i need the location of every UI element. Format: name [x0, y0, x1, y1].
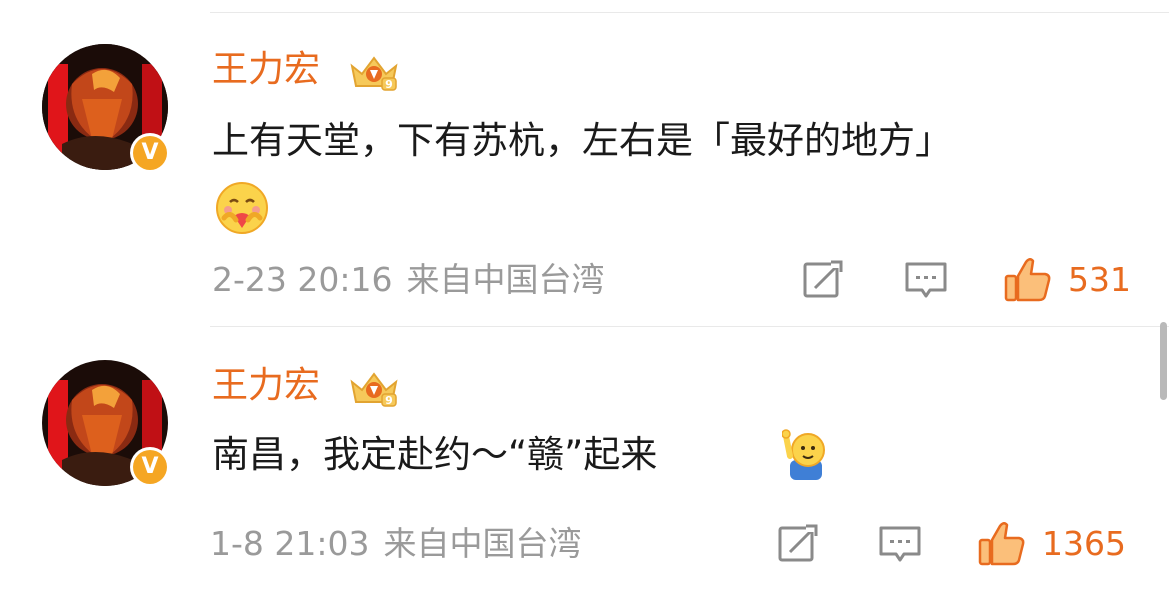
- username[interactable]: 王力宏: [212, 48, 320, 92]
- comment-text: 上有天堂，下有苏杭，左右是「最好的地方」: [212, 119, 952, 162]
- comment-text: 南昌，我定赴约～“赣”起来: [212, 433, 658, 476]
- comment-meta: 1-8 21:03 来自中国台湾: [210, 524, 582, 564]
- comment-meta: 2-23 20:16 来自中国台湾: [212, 260, 605, 300]
- repost-icon[interactable]: [776, 522, 820, 566]
- source-location: 来自中国台湾: [406, 260, 605, 299]
- hugging-heart-face-icon: [216, 182, 268, 234]
- comment-list: V 王力宏 9 上有天堂，下有苏杭，左右是「最好的地方」 2-23 20:16 来…: [0, 0, 1169, 604]
- verified-badge: V: [130, 447, 170, 487]
- like-count: 531: [1068, 260, 1131, 299]
- timestamp: 2-23 20:16: [212, 260, 393, 299]
- svg-text:9: 9: [385, 78, 393, 91]
- like-count: 1365: [1042, 524, 1126, 563]
- source-location: 来自中国台湾: [383, 524, 582, 563]
- verified-badge: V: [130, 133, 170, 173]
- comment-icon[interactable]: [878, 524, 922, 568]
- comment-item: V 王力宏 9 上有天堂，下有苏杭，左右是「最好的地方」 2-23 20:16 来…: [0, 0, 1169, 326]
- vip-crown-icon: 9: [350, 372, 398, 407]
- vip-crown-icon: 9: [350, 56, 398, 91]
- thumbs-up-icon[interactable]: [1003, 254, 1053, 304]
- comment-icon[interactable]: [904, 260, 948, 304]
- username[interactable]: 王力宏: [212, 364, 320, 408]
- thumbs-up-icon[interactable]: [977, 518, 1027, 568]
- waving-character-icon: [782, 429, 825, 480]
- timestamp: 1-8 21:03: [210, 524, 370, 563]
- scrollbar[interactable]: [1160, 322, 1167, 400]
- comment-item: V 王力宏 9 南昌，我定赴约～“赣”起来 1-8 21:03 来自中国台湾 1…: [0, 326, 1169, 604]
- svg-text:9: 9: [385, 394, 393, 407]
- repost-icon[interactable]: [801, 258, 845, 302]
